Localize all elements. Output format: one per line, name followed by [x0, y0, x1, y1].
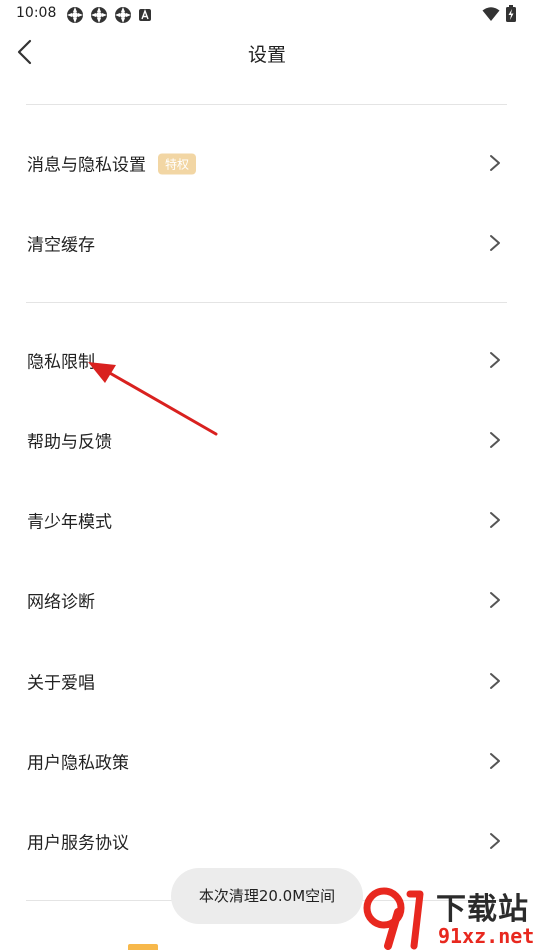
- bottom-badge: [128, 944, 158, 950]
- toast-message: 本次清理20.0M空间: [171, 868, 363, 924]
- chevron-right-icon: [490, 512, 500, 528]
- row-label: 消息与隐私设置: [27, 155, 146, 176]
- chevron-right-icon: [490, 155, 500, 171]
- chevron-right-icon: [490, 833, 500, 849]
- chevron-right-icon: [490, 352, 500, 368]
- watermark-logo: [363, 887, 424, 950]
- settings-row-teen-mode[interactable]: 青少年模式: [0, 490, 534, 550]
- row-label: 用户服务协议: [27, 833, 129, 854]
- chevron-right-icon: [490, 673, 500, 689]
- settings-row-help-feedback[interactable]: 帮助与反馈: [0, 410, 534, 470]
- wifi-icon: [482, 6, 500, 21]
- settings-row-network-diagnosis[interactable]: 网络诊断: [0, 570, 534, 630]
- settings-row-privacy-policy[interactable]: 用户隐私政策: [0, 731, 534, 791]
- settings-row-message-privacy[interactable]: 消息与隐私设置 特权: [0, 133, 534, 193]
- status-bar: 10:08: [0, 0, 534, 28]
- chevron-right-icon: [490, 753, 500, 769]
- app-notification-icon: [67, 7, 83, 23]
- row-label: 隐私限制: [27, 352, 95, 373]
- a-notification-icon: [139, 9, 151, 21]
- chevron-right-icon: [490, 432, 500, 448]
- divider: [26, 302, 507, 303]
- chevron-right-icon: [490, 235, 500, 251]
- settings-row-privacy-restriction[interactable]: 隐私限制: [0, 330, 534, 390]
- row-label: 青少年模式: [27, 512, 112, 533]
- settings-row-clear-cache[interactable]: 清空缓存: [0, 213, 534, 273]
- row-label: 帮助与反馈: [27, 432, 112, 453]
- battery-charging-icon: [506, 5, 516, 22]
- row-label: 清空缓存: [27, 235, 95, 256]
- page-title: 设置: [247, 44, 286, 66]
- watermark-text-bottom: 91xz.net: [438, 924, 534, 948]
- nav-bar: 设置: [0, 28, 534, 76]
- divider: [26, 104, 507, 105]
- app-notification-icon: [91, 7, 107, 23]
- status-time: 10:08: [16, 5, 57, 21]
- watermark: 下载站 91xz.net: [362, 884, 534, 950]
- row-label: 网络诊断: [27, 592, 95, 613]
- system-icons: [482, 5, 516, 22]
- row-label: 关于爱唱: [27, 673, 95, 694]
- row-label: 用户隐私政策: [27, 753, 129, 774]
- settings-row-service-agreement[interactable]: 用户服务协议: [0, 811, 534, 871]
- app-notification-icon: [115, 7, 131, 23]
- privilege-badge: 特权: [158, 153, 197, 175]
- settings-row-about[interactable]: 关于爱唱: [0, 651, 534, 711]
- watermark-text-top: 下载站: [436, 892, 529, 927]
- chevron-right-icon: [490, 592, 500, 608]
- notification-icons: [66, 6, 152, 24]
